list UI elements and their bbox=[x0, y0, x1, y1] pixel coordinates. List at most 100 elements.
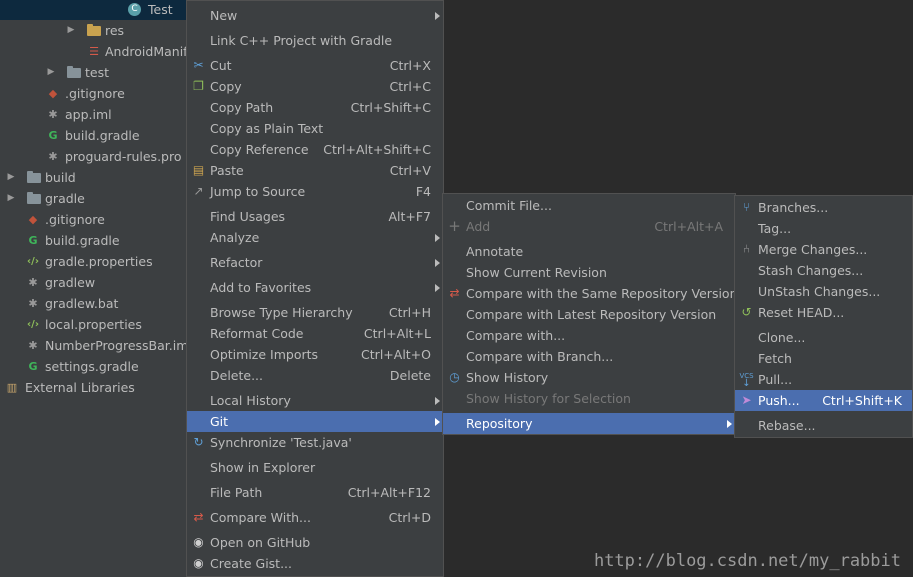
menu-item-rebase[interactable]: Rebase... bbox=[735, 415, 912, 436]
menu-item-cut[interactable]: ✂ Cut Ctrl+X bbox=[187, 55, 443, 76]
tree-item-build-folder[interactable]: ▶ build bbox=[0, 167, 190, 188]
menu-item-file-path[interactable]: File Path Ctrl+Alt+F12 bbox=[187, 482, 443, 503]
expand-arrow-icon[interactable]: ▶ bbox=[6, 188, 16, 209]
folder-icon bbox=[27, 171, 41, 183]
menu-item-create-gist[interactable]: ◉ Create Gist... bbox=[187, 553, 443, 574]
tree-item-settings-gradle[interactable]: G settings.gradle bbox=[0, 356, 190, 377]
menu-item-synchronize[interactable]: ↻ Synchronize 'Test.java' bbox=[187, 432, 443, 453]
menu-item-tag[interactable]: Tag... bbox=[735, 218, 912, 239]
file-icon: ✱ bbox=[28, 297, 38, 310]
submenu-arrow-icon bbox=[435, 397, 440, 405]
class-icon: C bbox=[128, 3, 141, 16]
tree-item-external-libraries[interactable]: ▥ External Libraries bbox=[0, 377, 190, 398]
menu-item-show-in-explorer[interactable]: Show in Explorer bbox=[187, 457, 443, 478]
menu-item-commit-file[interactable]: Commit File... bbox=[443, 195, 735, 216]
menu-item-stash-changes[interactable]: Stash Changes... bbox=[735, 260, 912, 281]
menu-item-pull[interactable]: VCS ↓ Pull... bbox=[735, 369, 912, 390]
menu-item-unstash-changes[interactable]: UnStash Changes... bbox=[735, 281, 912, 302]
tree-item-gradlew-bat[interactable]: ✱ gradlew.bat bbox=[0, 293, 190, 314]
menu-item-show-history-selection[interactable]: Show History for Selection bbox=[443, 388, 735, 409]
menu-item-compare-with[interactable]: ⇄ Compare With... Ctrl+D bbox=[187, 507, 443, 528]
menu-item-paste[interactable]: ▤ Paste Ctrl+V bbox=[187, 160, 443, 181]
expand-arrow-icon[interactable]: ▶ bbox=[66, 20, 76, 41]
plus-icon: + bbox=[448, 217, 461, 235]
tree-item-numberprogressbar-iml[interactable]: ✱ NumberProgressBar.iml bbox=[0, 335, 190, 356]
menu-item-compare-same-repo[interactable]: ⇄ Compare with the Same Repository Versi… bbox=[443, 283, 737, 304]
menu-item-compare-with[interactable]: Compare with... bbox=[443, 325, 735, 346]
menu-item-add[interactable]: + Add Ctrl+Alt+A bbox=[443, 216, 735, 237]
tree-item-proguard[interactable]: ✱ proguard-rules.pro bbox=[0, 146, 190, 167]
gradle-icon: G bbox=[28, 360, 38, 373]
compare-icon: ⇄ bbox=[449, 286, 460, 300]
menu-item-copy-plain-text[interactable]: Copy as Plain Text bbox=[187, 118, 443, 139]
repository-submenu: ⑂ Branches... Tag... ⑃ Merge Changes... … bbox=[734, 195, 913, 438]
menu-item-open-on-github[interactable]: ◉ Open on GitHub bbox=[187, 532, 443, 553]
menu-item-refactor[interactable]: Refactor bbox=[187, 252, 443, 273]
menu-item-analyze[interactable]: Analyze bbox=[187, 227, 443, 248]
menu-item-show-current-revision[interactable]: Show Current Revision bbox=[443, 262, 735, 283]
menu-item-browse-type-hierarchy[interactable]: Browse Type Hierarchy Ctrl+H bbox=[187, 302, 443, 323]
menu-item-repository[interactable]: Repository bbox=[443, 413, 735, 434]
menu-item-annotate[interactable]: Annotate bbox=[443, 241, 735, 262]
tree-item-local-properties[interactable]: ‹/› local.properties bbox=[0, 314, 190, 335]
menu-item-merge-changes[interactable]: ⑃ Merge Changes... bbox=[735, 239, 912, 260]
menu-item-add-to-favorites[interactable]: Add to Favorites bbox=[187, 277, 443, 298]
push-icon: ➤ bbox=[741, 393, 752, 407]
properties-icon: ‹/› bbox=[27, 256, 39, 267]
menu-item-optimize-imports[interactable]: Optimize Imports Ctrl+Alt+O bbox=[187, 344, 443, 365]
menu-item-copy[interactable]: ❐ Copy Ctrl+C bbox=[187, 76, 443, 97]
submenu-arrow-icon bbox=[435, 418, 440, 426]
tree-item-gitignore[interactable]: ◆ .gitignore bbox=[0, 83, 190, 104]
tree-item-test-folder[interactable]: ▶ test bbox=[0, 62, 190, 83]
tree-item-gradlew[interactable]: ✱ gradlew bbox=[0, 272, 190, 293]
file-icon: ✱ bbox=[48, 150, 58, 163]
menu-item-push[interactable]: ➤ Push... Ctrl+Shift+K bbox=[735, 390, 912, 411]
menu-item-reformat-code[interactable]: Reformat Code Ctrl+Alt+L bbox=[187, 323, 443, 344]
menu-item-show-history[interactable]: ◷ Show History bbox=[443, 367, 735, 388]
expand-arrow-icon[interactable]: ▶ bbox=[6, 167, 16, 188]
context-menu: New Link C++ Project with Gradle ✂ Cut C… bbox=[186, 0, 444, 577]
tree-item-root-build-gradle[interactable]: G build.gradle bbox=[0, 230, 190, 251]
merge-icon: ⑃ bbox=[742, 242, 751, 256]
tree-item-androidmanifest[interactable]: ☰ AndroidManif bbox=[0, 41, 190, 62]
scissors-icon: ✂ bbox=[193, 58, 204, 72]
gradle-icon: G bbox=[48, 129, 58, 142]
menu-item-delete[interactable]: Delete... Delete bbox=[187, 365, 443, 386]
menu-item-link-cpp[interactable]: Link C++ Project with Gradle bbox=[187, 30, 443, 51]
expand-arrow-icon[interactable]: ▶ bbox=[46, 62, 56, 83]
menu-item-fetch[interactable]: Fetch bbox=[735, 348, 912, 369]
menu-item-copy-path[interactable]: Copy Path Ctrl+Shift+C bbox=[187, 97, 443, 118]
tree-item-gradle-properties[interactable]: ‹/› gradle.properties bbox=[0, 251, 190, 272]
menu-item-compare-with-branch[interactable]: Compare with Branch... bbox=[443, 346, 735, 367]
menu-item-clone[interactable]: Clone... bbox=[735, 327, 912, 348]
git-file-icon: ◆ bbox=[48, 87, 58, 100]
menu-item-git[interactable]: Git bbox=[187, 411, 443, 432]
tree-item-root-gitignore[interactable]: ◆ .gitignore bbox=[0, 209, 190, 230]
branch-icon: ⑂ bbox=[742, 200, 751, 214]
folder-icon bbox=[27, 192, 41, 204]
git-file-icon: ◆ bbox=[28, 213, 38, 226]
tree-item-app-iml[interactable]: ✱ app.iml bbox=[0, 104, 190, 125]
sync-icon: ↻ bbox=[193, 435, 204, 449]
tree-item-test-class[interactable]: C Test bbox=[0, 0, 190, 20]
submenu-arrow-icon bbox=[727, 420, 732, 428]
menu-item-new[interactable]: New bbox=[187, 5, 443, 26]
menu-item-reset-head[interactable]: ↺ Reset HEAD... bbox=[735, 302, 912, 323]
menu-item-jump-to-source[interactable]: ↗ Jump to Source F4 bbox=[187, 181, 443, 202]
menu-item-local-history[interactable]: Local History bbox=[187, 390, 443, 411]
tree-item-gradle-folder[interactable]: ▶ gradle bbox=[0, 188, 190, 209]
tree-item-res[interactable]: ▶ res bbox=[0, 20, 190, 41]
submenu-arrow-icon bbox=[435, 12, 440, 20]
tree-item-build-gradle[interactable]: G build.gradle bbox=[0, 125, 190, 146]
project-tree: C Test ▶ res ☰ AndroidManif ▶ test ◆ .gi… bbox=[0, 0, 190, 577]
menu-item-compare-latest-repo[interactable]: Compare with Latest Repository Version bbox=[443, 304, 735, 325]
file-icon: ✱ bbox=[48, 108, 58, 121]
library-icon: ▥ bbox=[6, 381, 18, 394]
menu-item-find-usages[interactable]: Find Usages Alt+F7 bbox=[187, 206, 443, 227]
folder-icon bbox=[67, 66, 81, 78]
menu-item-copy-reference[interactable]: Copy Reference Ctrl+Alt+Shift+C bbox=[187, 139, 443, 160]
properties-icon: ‹/› bbox=[27, 319, 39, 330]
menu-item-branches[interactable]: ⑂ Branches... bbox=[735, 197, 912, 218]
submenu-arrow-icon bbox=[435, 284, 440, 292]
git-submenu: Commit File... + Add Ctrl+Alt+A Annotate… bbox=[442, 193, 738, 435]
